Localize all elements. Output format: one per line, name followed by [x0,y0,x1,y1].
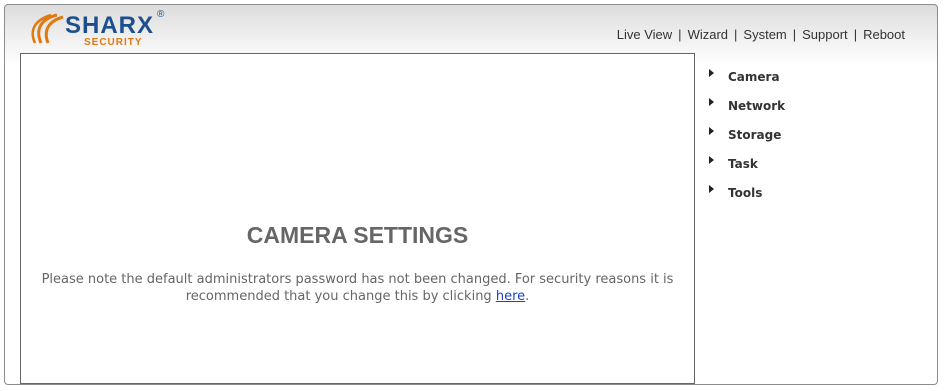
triangle-right-icon [709,98,714,106]
nav-separator: | [678,27,682,42]
password-notice: Please note the default administrators p… [41,271,674,305]
sidebar-item-label: Task [728,157,758,171]
nav-support[interactable]: Support [802,27,848,42]
change-password-link[interactable]: here [496,289,525,304]
logo-swoosh-icon [31,13,64,44]
notice-end: . [525,289,530,304]
triangle-right-icon [709,156,714,164]
nav-system[interactable]: System [743,27,786,42]
logo-tagline: SECURITY [84,37,143,48]
settings-sidebar: Camera Network Storage Task Tools [709,67,785,212]
triangle-right-icon [709,185,714,193]
nav-live-view[interactable]: Live View [617,27,672,42]
sidebar-item-label: Tools [728,186,763,200]
nav-separator: | [734,27,738,42]
triangle-right-icon [709,127,714,135]
top-navigation: Live View | Wizard | System | Support | Reboot [617,27,905,42]
sidebar-item-storage[interactable]: Storage [709,125,785,154]
sidebar-item-tools[interactable]: Tools [709,183,785,212]
notice-text: Please note the default administrators p… [41,272,674,304]
nav-wizard[interactable]: Wizard [688,27,728,42]
nav-reboot[interactable]: Reboot [863,27,905,42]
nav-separator: | [853,27,858,42]
nav-separator: | [792,27,797,42]
sharx-logo[interactable]: SHARX ® SECURITY [27,9,177,49]
sidebar-item-label: Camera [728,70,780,84]
registered-mark: ® [157,9,165,20]
page-title: CAMERA SETTINGS [246,222,469,248]
sidebar-item-label: Storage [728,128,782,142]
triangle-right-icon [709,69,714,77]
app-frame: SHARX ® SECURITY Live View | Wizard | System… [4,4,938,385]
sidebar-item-network[interactable]: Network [709,96,785,125]
logo-wordmark: SHARX [65,12,155,39]
sidebar-item-label: Network [728,99,786,113]
sidebar-item-camera[interactable]: Camera [709,67,785,96]
main-content-panel: CAMERA SETTINGS Please note the default … [20,53,695,384]
sidebar-item-task[interactable]: Task [709,154,785,183]
